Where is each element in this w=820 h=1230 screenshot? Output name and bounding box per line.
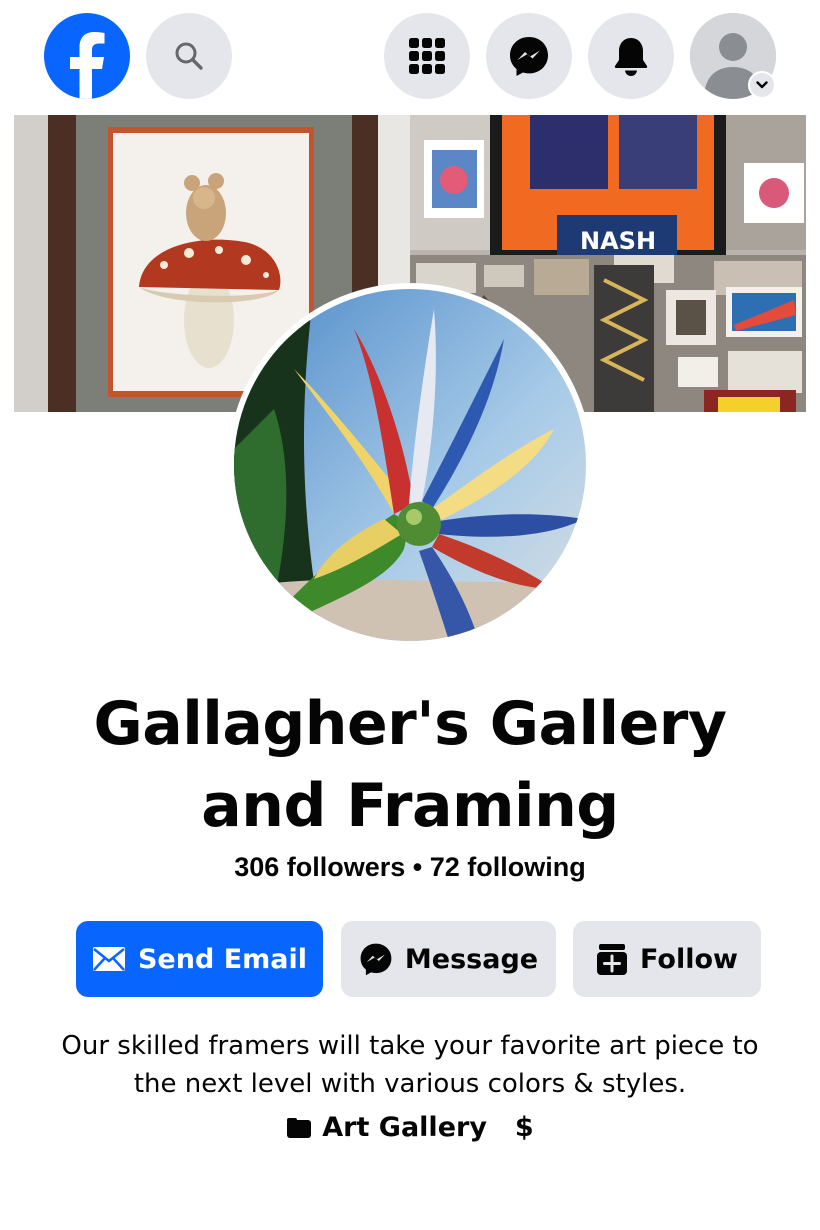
send-email-label: Send Email (137, 943, 307, 975)
bell-icon (614, 38, 648, 76)
category-label[interactable]: Art Gallery (322, 1112, 487, 1143)
menu-button[interactable] (384, 13, 470, 99)
page-bio: Our skilled framers will take your favor… (61, 1031, 759, 1099)
follow-label: Follow (640, 943, 738, 975)
category-icon (287, 1117, 312, 1138)
price-range: $ (514, 1112, 534, 1143)
category-row: Art Gallery $ (0, 1112, 820, 1143)
message-label: Message (404, 943, 539, 975)
message-button[interactable]: Message (341, 921, 556, 997)
messenger-button[interactable] (486, 13, 572, 99)
follower-stats[interactable]: 306 followers • 72 following (0, 852, 820, 883)
follow-icon (597, 944, 628, 975)
svg-text:NASH: NASH (580, 227, 656, 255)
page-title: Gallagher's Gallery and Framing (93, 689, 727, 841)
follow-button[interactable]: Follow (573, 921, 761, 997)
search-icon (175, 42, 203, 70)
profile-menu-button[interactable] (690, 13, 776, 99)
facebook-logo-icon[interactable] (44, 13, 130, 99)
envelope-icon (92, 947, 125, 971)
profile-picture[interactable] (228, 283, 592, 647)
search-button[interactable] (146, 13, 232, 99)
send-email-button[interactable]: Send Email (76, 921, 323, 997)
chevron-down-icon (748, 71, 776, 99)
messenger-icon (510, 37, 548, 76)
top-navigation (0, 0, 820, 112)
messenger-icon (360, 943, 392, 976)
grid-menu-icon (409, 38, 445, 74)
notifications-button[interactable] (588, 13, 674, 99)
